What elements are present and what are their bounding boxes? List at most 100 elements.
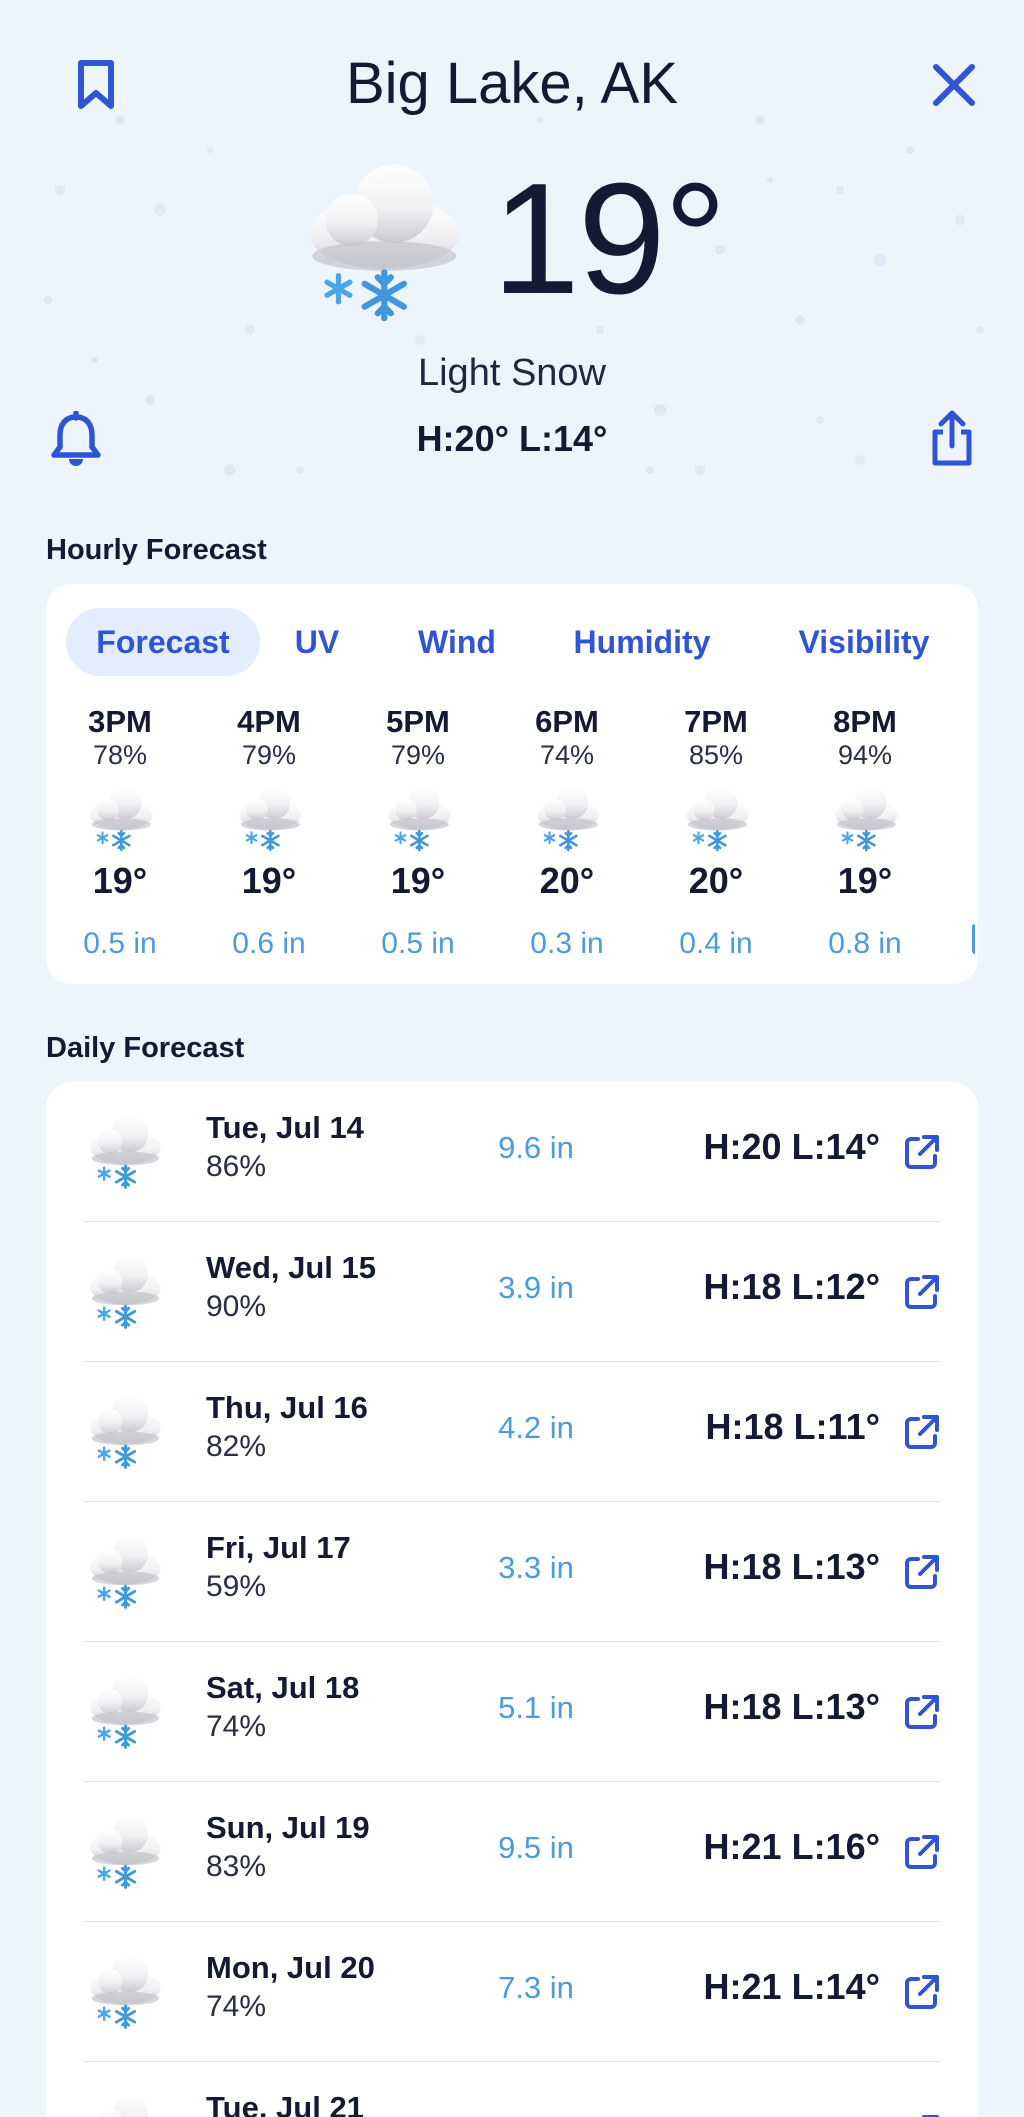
external-link-icon[interactable] — [902, 1272, 942, 1312]
weather-detail-screen: Big Lake, AK 19° Light Snow H:20° L:14° — [0, 0, 1024, 2117]
snow-cloud-icon — [88, 1394, 163, 1470]
day-precipitation: 3.3 in — [498, 1550, 574, 1585]
snow-cloud-icon — [386, 785, 452, 852]
snow-cloud-icon — [88, 1534, 163, 1610]
day-high-low: H:21 L:16° — [703, 1826, 880, 1867]
hour-time: 7PM — [684, 704, 748, 739]
hour-humidity: 78% — [92, 740, 148, 770]
day-high-low: H:18 L:11° — [705, 1406, 880, 1447]
hour-humidity: 79% — [241, 740, 297, 770]
day-high-low: H:18 L:13° — [703, 1546, 880, 1587]
snow-cloud-icon — [88, 1954, 163, 2030]
hour-temperature: 19° — [837, 860, 893, 901]
day-precipitation: 4.2 in — [498, 1410, 574, 1445]
hourly-list[interactable]: 3PM 78% 19° 0.5 in 4PM 79% 19° 0.6 in 5P… — [46, 704, 978, 964]
daily-row[interactable]: Sun, Jul 19 83% 9.5 in H:21 L:16° — [46, 1782, 978, 1922]
day-high-low: H:21 L:14° — [703, 1966, 880, 2007]
hour-temperature: 19° — [92, 860, 148, 901]
hour-temperature: 20° — [539, 860, 595, 901]
hour-time: 8PM — [833, 704, 897, 739]
hour-time: 6PM — [535, 704, 599, 739]
external-link-icon[interactable] — [902, 1412, 942, 1452]
daily-row[interactable]: Wed, Jul 15 90% 3.9 in H:18 L:12° — [46, 1222, 978, 1362]
day-precipitation: 3.9 in — [498, 1270, 574, 1305]
hour-time: 5PM — [386, 704, 450, 739]
day-humidity: 83% — [206, 1850, 267, 1883]
daily-forecast-title: Daily Forecast — [46, 1032, 245, 1064]
snow-cloud-icon — [88, 1674, 163, 1750]
external-link-icon[interactable] — [902, 1972, 942, 2012]
hour-temperature: 19° — [390, 860, 446, 901]
day-date: Tue, Jul 21 — [206, 2090, 364, 2117]
hour-temperature: 19° — [241, 860, 297, 901]
day-precipitation: 9.5 in — [498, 1830, 574, 1865]
hour-humidity: 94% — [837, 740, 893, 770]
daily-row[interactable]: Fri, Jul 17 59% 3.3 in H:18 L:13° — [46, 1502, 978, 1642]
hour-precipitation: 0.5 in — [83, 927, 157, 960]
close-button[interactable] — [924, 55, 984, 115]
snow-cloud-icon — [296, 148, 466, 328]
snow-cloud-icon — [88, 785, 154, 852]
city-name: Big Lake, AK — [345, 51, 679, 116]
current-temperature: 19° — [492, 151, 727, 327]
hour-humidity: 74% — [539, 740, 595, 770]
day-humidity: 90% — [206, 1290, 267, 1323]
today-high-low: H:20° L:14° — [416, 418, 608, 459]
hour-precipitation: 0.6 in — [232, 927, 306, 960]
share-button[interactable] — [920, 406, 984, 472]
day-date: Sat, Jul 18 — [206, 1670, 360, 1705]
daily-forecast-card: Tue, Jul 14 86% 9.6 in H:20 L:14° Wed, J… — [46, 1082, 978, 2117]
daily-row[interactable]: Tue, Jul 21 — [46, 2062, 978, 2117]
hour-item: 3PM 78% 19° 0.5 in — [50, 704, 190, 962]
external-link-icon[interactable] — [902, 1692, 942, 1732]
external-link-icon[interactable] — [902, 2112, 942, 2117]
next-hour-peek — [972, 924, 978, 954]
day-humidity: 74% — [206, 1990, 267, 2023]
day-humidity: 86% — [206, 1150, 267, 1183]
close-icon — [933, 64, 975, 106]
snow-cloud-icon — [88, 2094, 163, 2117]
snow-cloud-icon — [88, 1814, 163, 1890]
day-date: Fri, Jul 17 — [206, 1530, 351, 1565]
tab-wind[interactable]: Wind — [392, 608, 522, 676]
day-high-low: H:20 L:14° — [703, 1126, 880, 1167]
tab-forecast[interactable]: Forecast — [66, 608, 260, 676]
hour-humidity: 85% — [688, 740, 744, 770]
tab-visibility[interactable]: Visibility — [776, 608, 952, 676]
share-icon — [932, 410, 972, 466]
hourly-forecast-title: Hourly Forecast — [46, 534, 267, 566]
external-link-icon[interactable] — [902, 1132, 942, 1172]
snow-cloud-icon — [88, 1254, 163, 1330]
day-humidity: 59% — [206, 1570, 267, 1603]
daily-row[interactable]: Tue, Jul 14 86% 9.6 in H:20 L:14° — [46, 1082, 978, 1222]
snow-cloud-icon — [88, 1114, 163, 1190]
tab-humidity[interactable]: Humidity — [552, 608, 732, 676]
tab-uv[interactable]: UV — [272, 608, 362, 676]
hour-item: 8PM 94% 19° 0.8 in — [795, 704, 935, 962]
daily-row[interactable]: Mon, Jul 20 74% 7.3 in H:21 L:14° — [46, 1922, 978, 2062]
snow-cloud-icon — [237, 785, 303, 852]
hour-precipitation: 0.4 in — [679, 927, 753, 960]
day-humidity: 82% — [206, 1430, 267, 1463]
hour-item: 4PM 79% 19° 0.6 in — [199, 704, 339, 962]
hour-item: 6PM 74% 20° 0.3 in — [497, 704, 637, 962]
daily-row[interactable]: Thu, Jul 16 82% 4.2 in H:18 L:11° — [46, 1362, 978, 1502]
weather-header: Big Lake, AK 19° Light Snow H:20° L:14° — [0, 0, 1024, 500]
external-link-icon[interactable] — [902, 1552, 942, 1592]
day-high-low: H:18 L:13° — [703, 1686, 880, 1727]
day-date: Sun, Jul 19 — [206, 1810, 370, 1845]
hour-temperature: 20° — [688, 860, 744, 901]
day-high-low: H:18 L:12° — [703, 1266, 880, 1307]
day-precipitation: 9.6 in — [498, 1130, 574, 1165]
hour-item: 5PM 79% 19° 0.5 in — [348, 704, 488, 962]
hour-precipitation: 0.5 in — [381, 927, 455, 960]
daily-row[interactable]: Sat, Jul 18 74% 5.1 in H:18 L:13° — [46, 1642, 978, 1782]
weather-condition: Light Snow — [417, 352, 606, 394]
hour-time: 4PM — [237, 704, 301, 739]
hour-humidity: 79% — [390, 740, 446, 770]
hour-precipitation: 0.8 in — [828, 927, 902, 960]
hour-precipitation: 0.3 in — [530, 927, 604, 960]
day-date: Mon, Jul 20 — [206, 1950, 375, 1985]
external-link-icon[interactable] — [902, 1832, 942, 1872]
hourly-forecast-card: Forecast UV Wind Humidity Visibility 3PM… — [46, 584, 978, 984]
